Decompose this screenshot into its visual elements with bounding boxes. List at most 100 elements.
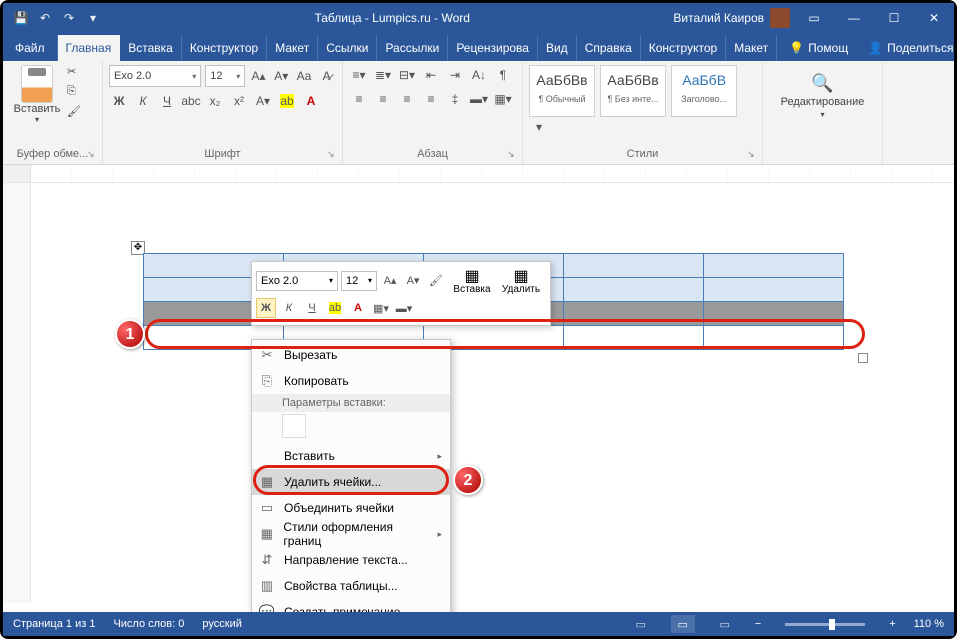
menu-border-styles[interactable]: ▦Стили оформления границ▸ [252,521,450,547]
tab-home[interactable]: Главная [58,35,121,61]
tab-review[interactable]: Рецензирова [448,35,538,61]
mini-insert-button[interactable]: ▦Вставка [449,266,495,295]
style-no-spacing[interactable]: АаБбВв¶ Без инте... [600,65,666,117]
mini-size-combo[interactable]: 12▾ [341,271,377,291]
tab-help[interactable]: Справка [577,35,641,61]
mini-font-combo[interactable]: Exo 2.0▾ [256,271,338,291]
menu-insert[interactable]: Вставить▸ [252,443,450,469]
status-words[interactable]: Число слов: 0 [113,618,184,630]
font-name-combo[interactable]: Exo 2.0▾ [109,65,201,87]
font-color-icon[interactable]: A [301,91,321,111]
justify-icon[interactable]: ≡ [421,89,441,109]
borders-icon[interactable]: ▦▾ [493,89,513,109]
tell-me[interactable]: 💡Помощ [781,35,856,61]
show-marks-icon[interactable]: ¶ [493,65,513,85]
mini-borders-icon[interactable]: ▦▾ [371,298,391,318]
mini-highlight-icon[interactable]: ab [325,298,345,318]
editing-button[interactable]: 🔍 Редактирование▾ [769,65,876,120]
minimize-button[interactable]: — [834,3,874,33]
tab-layout[interactable]: Макет [267,35,318,61]
bullets-icon[interactable]: ≡▾ [349,65,369,85]
style-heading1[interactable]: АаБбВЗаголово... [671,65,737,117]
indent-icon[interactable]: ⇥ [445,65,465,85]
mini-shading-icon[interactable]: ▬▾ [394,298,414,318]
shrink-font-icon[interactable]: A▾ [272,66,291,86]
zoom-level[interactable]: 110 % [914,618,944,630]
text-effects-icon[interactable]: A▾ [253,91,273,111]
line-spacing-icon[interactable]: ‡ [445,89,465,109]
mini-italic-button[interactable]: К [279,298,299,318]
underline-button[interactable]: Ч [157,91,177,111]
clear-format-icon[interactable]: A̷ [317,66,336,86]
ribbon-options-icon[interactable]: ▭ [794,3,834,33]
tab-mailings[interactable]: Рассылки [377,35,448,61]
tab-view[interactable]: Вид [538,35,577,61]
superscript-button[interactable]: x² [229,91,249,111]
menu-copy[interactable]: ⎘Копировать [252,368,450,394]
dialog-launcher-icon[interactable]: ↘ [327,149,339,161]
zoom-slider[interactable] [785,623,865,626]
outdent-icon[interactable]: ⇤ [421,65,441,85]
highlight-icon[interactable]: ab [277,91,297,111]
mini-bold-button[interactable]: Ж [256,298,276,318]
paste-option-icon[interactable] [282,414,306,438]
tab-insert[interactable]: Вставка [120,35,182,61]
tab-table-layout[interactable]: Макет [726,35,777,61]
menu-merge-cells[interactable]: ▭Объединить ячейки [252,495,450,521]
align-center-icon[interactable]: ≡ [373,89,393,109]
table-resize-handle[interactable] [858,353,868,363]
copy-icon[interactable]: ⎘ [67,85,87,103]
font-size-combo[interactable]: 12▾ [205,65,245,87]
mini-format-painter-icon[interactable]: 🖌 [426,271,446,291]
user-name[interactable]: Виталий Каиров [673,11,764,25]
close-button[interactable]: ✕ [914,3,954,33]
multilevel-icon[interactable]: ⊟▾ [397,65,417,85]
menu-table-properties[interactable]: ▥Свойства таблицы... [252,573,450,599]
qat-more-icon[interactable]: ▾ [85,10,101,26]
dialog-launcher-icon[interactable]: ↘ [747,149,759,161]
zoom-in-button[interactable]: + [889,618,895,630]
sort-icon[interactable]: A↓ [469,65,489,85]
dialog-launcher-icon[interactable]: ↘ [507,149,519,161]
menu-cut[interactable]: ✂Вырезать [252,342,450,368]
mini-grow-font-icon[interactable]: A▴ [380,271,400,291]
menu-text-direction[interactable]: ⇵Направление текста... [252,547,450,573]
status-page[interactable]: Страница 1 из 1 [13,618,95,630]
align-right-icon[interactable]: ≡ [397,89,417,109]
strike-button[interactable]: abc [181,91,201,111]
tab-file[interactable]: Файл [3,35,58,61]
share-button[interactable]: 👤Поделиться [856,35,957,61]
styles-more-icon[interactable]: ▾ [529,117,549,137]
user-avatar[interactable] [770,8,790,28]
shading-icon[interactable]: ▬▾ [469,89,489,109]
mini-underline-button[interactable]: Ч [302,298,322,318]
bold-button[interactable]: Ж [109,91,129,111]
mini-font-color-icon[interactable]: A [348,298,368,318]
print-layout-icon[interactable]: ▭ [671,615,695,633]
style-normal[interactable]: АаБбВв¶ Обычный [529,65,595,117]
align-left-icon[interactable]: ≡ [349,89,369,109]
maximize-button[interactable]: ☐ [874,3,914,33]
read-mode-icon[interactable]: ▭ [629,615,653,633]
mini-delete-button[interactable]: ▦Удалить [498,266,544,295]
zoom-out-button[interactable]: − [755,618,761,630]
cut-icon[interactable]: ✂ [67,65,87,83]
tab-references[interactable]: Ссылки [318,35,377,61]
redo-icon[interactable]: ↷ [61,10,77,26]
change-case-icon[interactable]: Aa [295,66,314,86]
document-area[interactable]: ✥ [3,183,954,603]
save-icon[interactable]: 💾 [13,10,29,26]
format-painter-icon[interactable]: 🖌 [67,105,87,123]
dialog-launcher-icon[interactable]: ↘ [87,149,99,161]
menu-delete-cells[interactable]: ▦Удалить ячейки... [252,469,450,495]
subscript-button[interactable]: x₂ [205,91,225,111]
mini-shrink-font-icon[interactable]: A▾ [403,271,423,291]
tab-table-design[interactable]: Конструктор [641,35,726,61]
undo-icon[interactable]: ↶ [37,10,53,26]
italic-button[interactable]: К [133,91,153,111]
status-language[interactable]: русский [202,618,241,630]
vertical-ruler[interactable] [3,183,31,603]
horizontal-ruler[interactable] [3,165,954,183]
web-layout-icon[interactable]: ▭ [713,615,737,633]
tab-design[interactable]: Конструктор [182,35,267,61]
